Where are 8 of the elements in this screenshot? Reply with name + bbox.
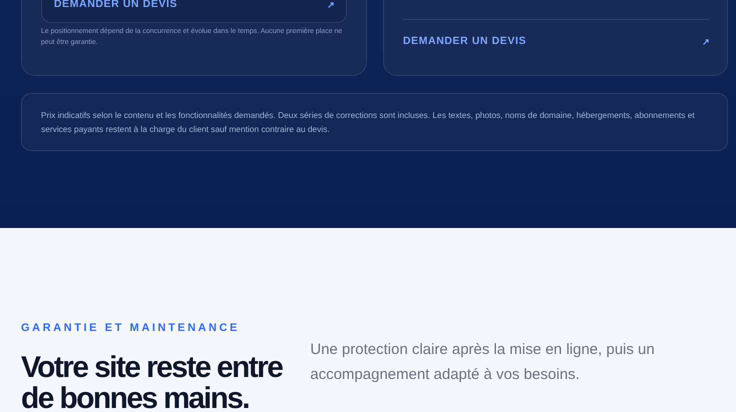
section-intro: Une protection claire après la mise en ligne, puis un accompagnement adapté à vos besoins.: [310, 340, 656, 384]
pricing-note: Prix indicatifs selon le contenu et les fonctionnalités demandés. Deux séries de corrections sont incluses. Les textes, photos, noms de domaine, hébergements, abonnements et services payants restent à la charge du client sauf mention contraire au devis.: [21, 93, 728, 151]
section-eyebrow: GARANTIE ET MAINTENANCE: [21, 321, 241, 336]
section-heading: Votre site reste entre de bonnes mains.: [21, 352, 284, 412]
arrow-icon: [328, 2, 334, 8]
quote-link[interactable]: DEMANDER UN DEVIS: [403, 19, 709, 63]
arrow-icon: [703, 38, 709, 44]
quote-button[interactable]: DEMANDER UN DEVIS: [41, 0, 347, 23]
